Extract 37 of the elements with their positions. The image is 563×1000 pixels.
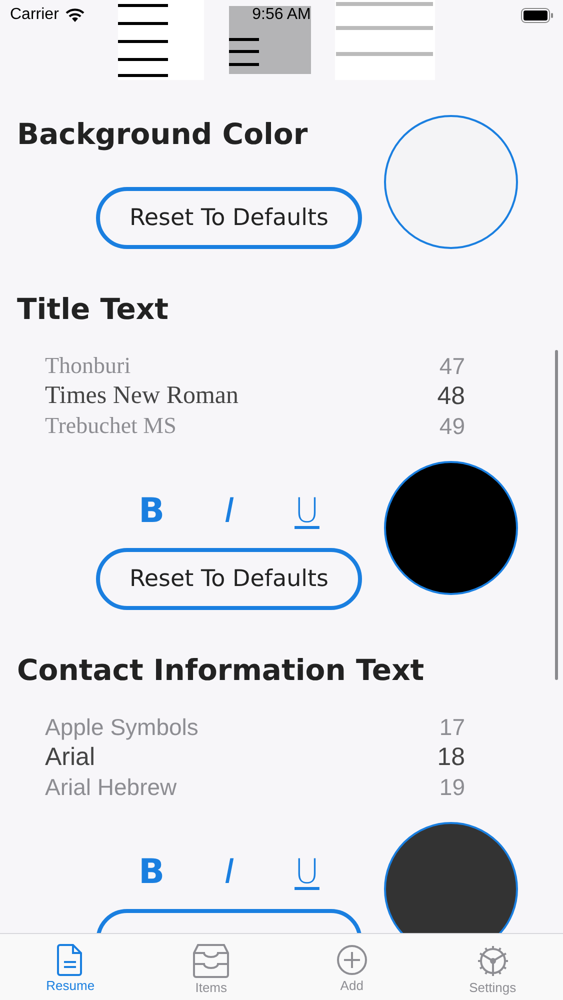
underline-toggle[interactable]: U [288,491,326,531]
underline-toggle[interactable]: U [288,852,326,892]
section-title: Title Text [16,291,170,328]
carrier-label: Carrier [10,6,59,24]
tab-item[interactable]: Resume [0,934,141,1000]
tab-item[interactable]: Settings [422,934,563,1000]
italic-toggle[interactable]: I [218,852,241,892]
status-time: 9:56 AM [252,6,311,24]
font-picker[interactable]: Thonburi 47 Times New Roman 48 Trebuchet MS 49 [0,356,465,436]
size-option[interactable]: 17 [439,717,465,740]
wifi-icon [64,8,85,22]
size-option[interactable]: 19 [439,774,465,797]
add-icon [336,944,368,976]
font-picker[interactable]: Apple Symbols 17 Arial 18 Arial Hebrew 19 [0,717,465,797]
font-option[interactable]: Thonburi [45,356,131,379]
font-option[interactable]: Arial Hebrew [45,774,177,797]
size-option[interactable]: 49 [439,412,465,436]
settings-icon [476,944,510,978]
tray-icon [193,944,230,978]
reset-button[interactable]: Reset To Defaults [96,187,362,249]
size-option[interactable]: 18 [437,742,465,772]
tab-item[interactable]: Items [140,934,282,1000]
bold-toggle[interactable]: B [132,852,170,892]
italic-toggle[interactable]: I [218,491,241,531]
font-option[interactable]: Arial [45,742,96,772]
font-option[interactable]: Times New Roman [45,382,239,410]
font-option[interactable]: Trebuchet MS [45,413,176,436]
bold-toggle[interactable]: B [132,491,170,531]
reset-button[interactable]: Reset To Defaults [96,548,362,610]
battery-icon [521,8,553,22]
font-option[interactable]: Apple Symbols [45,717,198,740]
size-option[interactable]: 48 [437,382,465,410]
document-icon [57,944,84,976]
section-title: Contact Information Text [16,652,426,689]
size-option[interactable]: 47 [439,356,465,380]
section-title: Background Color [16,116,309,153]
tab-item[interactable]: Add [282,934,422,1000]
